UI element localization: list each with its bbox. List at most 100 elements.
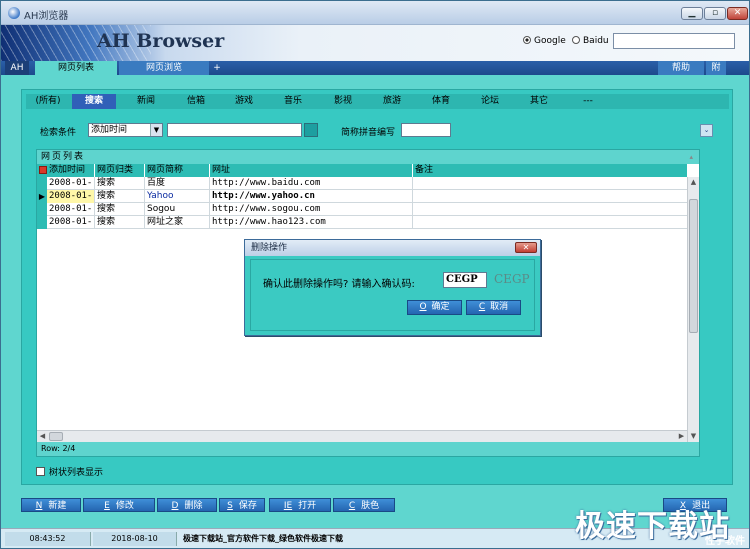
- grid-header: 添加时间 网页归类 网页简称 网址 备注: [37, 164, 687, 177]
- title-bar: AH浏览器 ▁ ▫ ✕: [1, 1, 749, 25]
- cell-date: 2008-01-(: [49, 216, 95, 229]
- cell-category: 搜索: [95, 190, 145, 203]
- shortcut-key: S: [227, 501, 233, 511]
- cell-category: 搜索: [95, 177, 145, 190]
- app-window: AH浏览器 ▁ ▫ ✕ AH Browser Google Baidu AH 网…: [0, 0, 750, 549]
- cell-url: http://www.yahoo.cn: [210, 190, 413, 203]
- filter-text-input[interactable]: [167, 123, 302, 137]
- category-tab[interactable]: 新闻: [124, 94, 168, 109]
- column-header-category[interactable]: 网页归类: [95, 164, 145, 177]
- status-date: 2018-08-10: [93, 532, 177, 546]
- scroll-thumb[interactable]: [49, 432, 63, 441]
- dialog-close-icon[interactable]: ✕: [515, 242, 537, 253]
- column-header-url[interactable]: 网址: [210, 164, 413, 177]
- checkbox-icon[interactable]: [36, 467, 45, 476]
- radio-label: Google: [534, 36, 566, 46]
- cell-category: 搜索: [95, 216, 145, 229]
- button-label: 取消: [490, 302, 509, 312]
- dialog-prompt: 确认此删除操作吗? 请输入确认码:: [263, 279, 415, 290]
- scroll-left-icon[interactable]: ◀: [37, 431, 48, 442]
- category-tab[interactable]: 搜索: [72, 94, 116, 109]
- cell-url: http://www.sogou.com: [210, 203, 413, 216]
- tree-view-label: 树状列表显示: [49, 468, 104, 478]
- table-row[interactable]: 2008-01-( 搜索 百度 http://www.baidu.com: [37, 177, 687, 190]
- search-input[interactable]: [613, 33, 735, 49]
- shortcut-key: D: [171, 501, 179, 511]
- table-row[interactable]: 2008-01-( 搜索 Sogou http://www.sogou.com: [37, 203, 687, 216]
- category-tab[interactable]: 旅游: [370, 94, 414, 109]
- button-label: 新建: [48, 501, 67, 511]
- add-tab-button[interactable]: +: [209, 61, 225, 75]
- grid-corner-icon[interactable]: [39, 166, 47, 174]
- button-label: 保存: [238, 501, 257, 511]
- table-row[interactable]: 2008-01-( 搜索 网址之家 http://www.hao123.com: [37, 216, 687, 229]
- cell-category: 搜索: [95, 203, 145, 216]
- save-button[interactable]: S 保存: [219, 498, 265, 512]
- current-row-arrow-icon: ▶: [37, 190, 47, 203]
- button-label: 删除: [184, 501, 203, 511]
- category-tab[interactable]: 论坛: [468, 94, 512, 109]
- table-row[interactable]: ▶ 2008-01-( 搜索 Yahoo http://www.yahoo.cn: [37, 190, 687, 203]
- category-tab[interactable]: 信箱: [174, 94, 218, 109]
- cell-note: [413, 190, 687, 203]
- shortcut-key: IE: [283, 501, 293, 511]
- window-title: AH浏览器: [24, 11, 69, 22]
- category-tab[interactable]: 体育: [419, 94, 463, 109]
- column-header-name[interactable]: 网页简称: [145, 164, 210, 177]
- radio-selected-icon: [523, 36, 531, 44]
- shortcut-key: N: [35, 501, 43, 511]
- collapse-icon[interactable]: ▴: [689, 150, 693, 164]
- category-tab[interactable]: 其它: [517, 94, 561, 109]
- minimize-button[interactable]: ▁: [681, 7, 703, 20]
- category-tab[interactable]: (所有): [26, 94, 70, 109]
- close-button[interactable]: ✕: [727, 7, 748, 20]
- category-tab[interactable]: 音乐: [271, 94, 315, 109]
- tab-ah[interactable]: AH: [5, 61, 29, 75]
- filter-bar: 检索条件 添加时间 ▼ 简称拼音编写: [36, 122, 710, 140]
- horizontal-scrollbar[interactable]: ◀ ▶: [37, 430, 687, 442]
- scroll-down-icon[interactable]: ▼: [688, 431, 699, 442]
- extra-button[interactable]: 附: [706, 61, 726, 75]
- column-header-note[interactable]: 备注: [413, 164, 687, 177]
- chevron-double-down-icon[interactable]: ⌄: [700, 124, 713, 137]
- row-indicator: [37, 216, 47, 229]
- tab-web-browse[interactable]: 网页浏览: [119, 61, 209, 75]
- skin-color-button[interactable]: C 肤色: [333, 498, 395, 512]
- cell-url: http://www.baidu.com: [210, 177, 413, 190]
- shortcut-key: C: [478, 302, 486, 312]
- search-engine-baidu-radio[interactable]: Baidu: [572, 36, 609, 46]
- scroll-thumb[interactable]: [689, 199, 698, 333]
- scroll-right-icon[interactable]: ▶: [676, 431, 687, 442]
- watermark: 极速下载站: [575, 509, 730, 544]
- category-tab[interactable]: 影视: [321, 94, 365, 109]
- vertical-scrollbar[interactable]: ▲ ▼: [687, 177, 699, 442]
- help-button[interactable]: 帮助: [658, 61, 704, 75]
- tab-web-list[interactable]: 网页列表: [35, 61, 117, 75]
- column-header-date[interactable]: 添加时间: [47, 164, 95, 177]
- cancel-button[interactable]: C 取消: [466, 300, 521, 315]
- cell-date: 2008-01-(: [49, 203, 95, 216]
- dropdown-arrow-icon[interactable]: ▼: [150, 124, 162, 136]
- cell-name: Sogou: [145, 203, 210, 216]
- cell-name: Yahoo: [145, 190, 210, 203]
- filter-label: 检索条件: [40, 128, 77, 138]
- search-engine-google-radio[interactable]: Google: [523, 36, 566, 46]
- cell-note: [413, 216, 687, 229]
- ok-button[interactable]: O 确定: [407, 300, 462, 315]
- grid-title-text: 网页列表: [41, 152, 86, 162]
- edit-button[interactable]: E 修改: [83, 498, 155, 512]
- delete-button[interactable]: D 删除: [157, 498, 217, 512]
- row-status: Row: 2/4: [37, 442, 699, 456]
- confirm-code-input[interactable]: CEGP: [443, 272, 487, 288]
- category-tab[interactable]: ---: [566, 94, 610, 109]
- filter-field-select[interactable]: 添加时间 ▼: [88, 123, 163, 137]
- brand-title: AH Browser: [97, 30, 225, 52]
- filter-search-button[interactable]: [304, 123, 318, 137]
- pinyin-input[interactable]: [401, 123, 451, 137]
- maximize-button[interactable]: ▫: [704, 7, 726, 20]
- open-button[interactable]: IE 打开: [269, 498, 331, 512]
- category-tab[interactable]: 游戏: [222, 94, 266, 109]
- new-button[interactable]: N 新建: [21, 498, 81, 512]
- scroll-up-icon[interactable]: ▲: [688, 177, 699, 188]
- tree-view-checkbox[interactable]: 树状列表显示: [36, 465, 103, 478]
